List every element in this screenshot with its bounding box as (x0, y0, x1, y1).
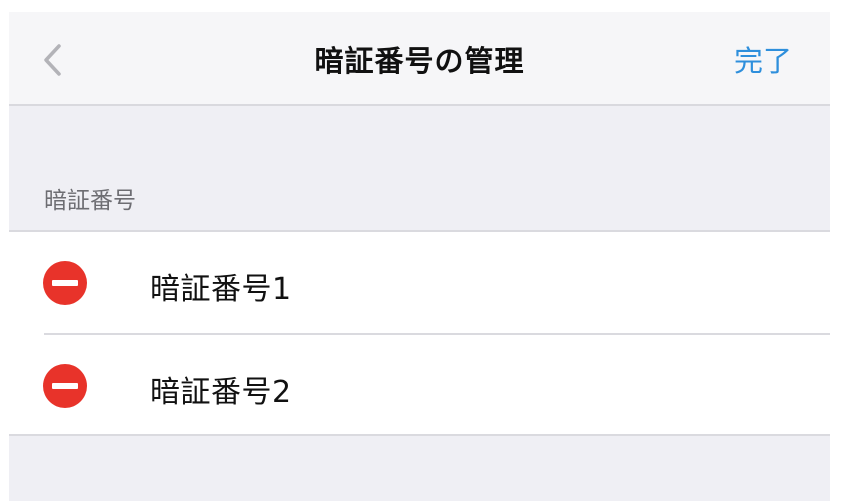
delete-button[interactable] (43, 364, 87, 408)
done-button[interactable]: 完了 (734, 38, 792, 80)
list-item[interactable]: 暗証番号1 (9, 232, 830, 335)
delete-minus-icon (43, 261, 87, 305)
list-item-label: 暗証番号1 (150, 272, 292, 307)
page-title: 暗証番号の管理 (314, 44, 525, 78)
navigation-bar: 暗証番号の管理 完了 (9, 12, 830, 106)
section-header: 暗証番号 (44, 188, 136, 214)
list-item-label: 暗証番号2 (150, 375, 292, 410)
list-item[interactable]: 暗証番号2 (9, 335, 830, 436)
pin-list: 暗証番号1 暗証番号2 (9, 230, 830, 436)
delete-button[interactable] (43, 261, 87, 305)
delete-minus-icon (43, 364, 87, 408)
pin-management-screen: 暗証番号の管理 完了 暗証番号 暗証番号1 暗証番号2 (9, 12, 830, 501)
